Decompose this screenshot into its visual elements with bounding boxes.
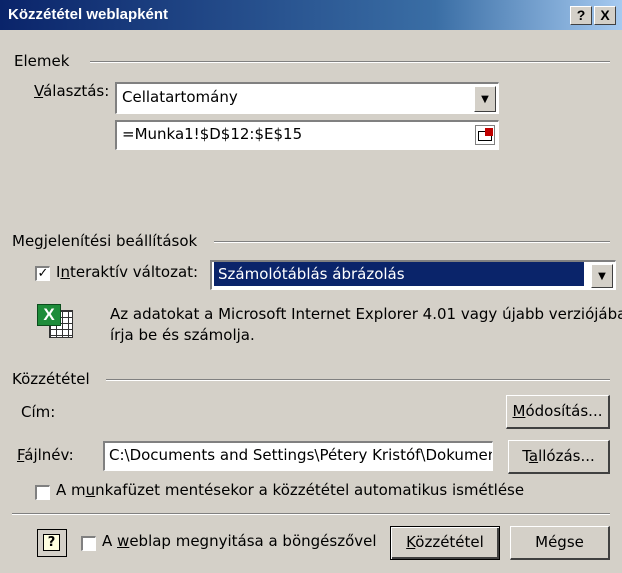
filename-input[interactable]: C:\Documents and Settings\Pétery Kristóf… — [103, 441, 493, 471]
interactive-value: Számolótáblás ábrázolás — [213, 262, 585, 287]
selection-dropdown[interactable]: Cellatartomány ▼ — [115, 82, 499, 114]
footer-separator — [12, 513, 610, 515]
auto-repeat-checkbox[interactable] — [35, 485, 50, 500]
selection-value: Cellatartomány — [122, 88, 238, 106]
interactive-label: Interaktív változat: — [56, 263, 199, 281]
change-title-button[interactable]: Módosítás... — [506, 395, 610, 429]
title-bar[interactable]: Közzététel weblapként ? X — [0, 0, 622, 30]
open-browser-label: A weblap megnyitása a böngészővel — [102, 532, 377, 550]
auto-repeat-label: A munkafüzet mentésekor a közzététel aut… — [56, 481, 525, 499]
selection-label: Választás: — [34, 82, 110, 100]
items-group-label: Elemek — [14, 52, 70, 70]
chevron-down-icon[interactable]: ▼ — [474, 86, 496, 112]
chevron-down-icon[interactable]: ▼ — [591, 264, 613, 288]
publish-button[interactable]: Közzététel — [390, 526, 500, 560]
range-input[interactable]: =Munka1!$D$12:$E$15 — [115, 120, 499, 150]
filename-label: Fájlnév: — [17, 446, 74, 464]
browse-button[interactable]: Tallózás... — [508, 440, 610, 474]
open-browser-checkbox[interactable] — [81, 536, 96, 551]
title-field-label: Cím: — [21, 403, 56, 421]
info-text-line1: Az adatokat a Microsoft Internet Explore… — [110, 305, 622, 323]
close-button[interactable]: X — [594, 6, 616, 25]
filename-value: C:\Documents and Settings\Pétery Kristóf… — [109, 446, 493, 464]
info-text-line2: írja be és számolja. — [110, 326, 255, 344]
publish-group-label: Közzététel — [12, 370, 90, 388]
range-value: =Munka1!$D$12:$E$15 — [122, 125, 303, 143]
display-settings-label: Megjelenítési beállítások — [12, 232, 198, 250]
cancel-button[interactable]: Mégse — [510, 526, 610, 560]
interactive-checkbox[interactable]: ✓ — [35, 266, 50, 281]
help-button[interactable]: ? — [37, 529, 67, 557]
help-icon: ? — [43, 534, 60, 551]
excel-icon: X — [37, 302, 75, 340]
dialog-title: Közzététel weblapként — [8, 6, 169, 23]
publish-as-webpage-dialog: Közzététel weblapként ? X Elemek Választ… — [0, 0, 622, 573]
help-title-button[interactable]: ? — [570, 6, 592, 25]
interactive-dropdown[interactable]: Számolótáblás ábrázolás ▼ — [210, 260, 616, 290]
range-collapse-icon[interactable] — [475, 125, 495, 145]
